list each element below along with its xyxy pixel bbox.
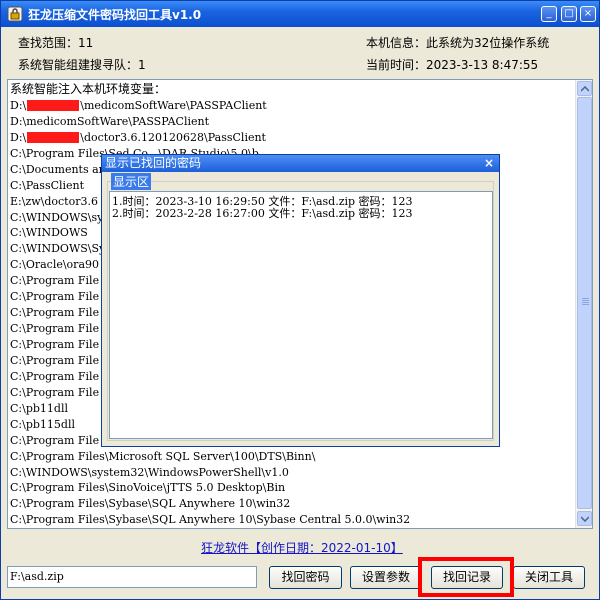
log-line-text: C:\Documents an: [10, 162, 106, 176]
log-line-text: C:\Program File: [10, 290, 100, 304]
settings-button[interactable]: 设置参数: [350, 566, 422, 589]
log-line: C:\WINDOWS\system32\WindowsPowerShell\v1…: [10, 465, 576, 481]
key-lock-icon: [7, 6, 23, 22]
log-header: 系统智能注入本机环境变量：: [10, 82, 167, 96]
log-line-text: D:\: [10, 98, 27, 112]
log-line-text: C:\pb11dll: [10, 401, 68, 415]
scrollbar-thumb[interactable]: [577, 97, 592, 509]
log-line-text: C:\Program Files\Sybase\SQL Anywhere 10\…: [10, 497, 291, 511]
smart-queue-label: 系统智能组建搜寻队：1: [18, 58, 146, 72]
log-line-text: C:\Program File: [10, 433, 100, 447]
annotation-highlight: [418, 557, 514, 597]
log-line: D:\ \doctor3.6.120120628\PassClient: [10, 130, 576, 146]
log-line-text: C:\WINDOWS: [10, 226, 88, 240]
main-window: 狂龙压缩文件密码找回工具v1.0 _ □ × 查找范围：11 系统智能组建搜寻队…: [0, 0, 600, 600]
close-tool-button[interactable]: 关闭工具: [513, 566, 585, 589]
log-line-text: D:\medicomSoftWare\PASSPAClient: [10, 114, 209, 128]
maximize-button[interactable]: □: [561, 6, 577, 22]
log-line-text: C:\Program File: [10, 369, 100, 383]
log-line: D:\medicomSoftWare\PASSPAClient: [10, 114, 576, 130]
log-line-text: C:\Program File: [10, 274, 100, 288]
log-line-text: C:\WINDOWS\system32\WindowsPowerShell\v1…: [10, 465, 289, 479]
log-line-text: C:\Program File: [10, 385, 100, 399]
arrow-up-icon[interactable]: [577, 81, 592, 96]
log-line-text: C:\Program Files\Microsoft SQL Server\10…: [10, 449, 316, 463]
minimize-button[interactable]: _: [541, 6, 557, 22]
log-line-text: C:\Program File: [10, 306, 100, 320]
recovered-entry: 2.时间：2023-2-28 16:27:00 文件：F:\asd.zip 密码…: [112, 207, 413, 220]
current-time-label: 当前时间：2023-3-13 8:47:55: [366, 58, 539, 72]
author-link[interactable]: 狂龙软件【创作日期：2022-01-10】: [201, 539, 403, 556]
title-bar[interactable]: 狂龙压缩文件密码找回工具v1.0 _ □ ×: [1, 1, 599, 27]
log-line: C:\Program Files\Microsoft SQL Server\10…: [10, 449, 576, 465]
log-line-text: C:\PassClient: [10, 178, 85, 192]
dialog-close-button[interactable]: ×: [482, 156, 496, 170]
log-line-text: \medicomSoftWare\PASSPAClient: [80, 98, 267, 112]
search-range-label: 查找范围：11: [18, 36, 94, 50]
log-line: C:\Program Files\Sybase\SQL Anywhere 10\…: [10, 512, 576, 528]
machine-info-label: 本机信息：此系统为32位操作系统: [366, 36, 550, 50]
log-line-text: C:\Program File: [10, 353, 100, 367]
file-path-field[interactable]: F:\asd.zip: [7, 566, 257, 588]
log-line-text: C:\Program File: [10, 322, 100, 336]
log-line-text: E:\zw\doctor3.6: [10, 194, 98, 208]
log-line-text: D:\: [10, 130, 27, 144]
vertical-scrollbar[interactable]: [575, 80, 592, 528]
log-line: D:\ \medicomSoftWare\PASSPAClient: [10, 98, 576, 114]
log-line-text: \doctor3.6.120120628\PassClient: [80, 130, 266, 144]
log-line-text: C:\WINDOWS\Syst: [10, 242, 116, 256]
recovered-passwords-dialog: 显示已找回的密码 × 显示区 1.时间：2023-3-10 16:29:50 文…: [101, 154, 500, 447]
log-line-text: C:\Program Files\SinoVoice\jTTS 5.0 Desk…: [10, 481, 286, 495]
log-line-text: C:\pb115dll: [10, 417, 75, 431]
recover-password-button[interactable]: 找回密码: [269, 566, 342, 589]
dialog-title-bar[interactable]: 显示已找回的密码 ×: [102, 155, 499, 172]
arrow-down-icon[interactable]: [577, 511, 592, 526]
log-line-text: C:\WINDOWS\syst: [10, 210, 114, 224]
log-line-text: C:\Program Files\Sybase\SQL Anywhere 10\…: [10, 513, 411, 527]
recovered-list[interactable]: 1.时间：2023-3-10 16:29:50 文件：F:\asd.zip 密码…: [109, 191, 493, 439]
display-group-label: 显示区: [111, 173, 152, 190]
log-line: C:\Program Files\Sybase\SQL Anywhere 10\…: [10, 496, 576, 512]
log-line-text: C:\Oracle\ora90: [10, 258, 99, 272]
close-button[interactable]: ×: [580, 6, 596, 22]
redaction-mark: [27, 132, 80, 144]
redaction-mark: [27, 100, 80, 112]
log-line: C:\Program Files\SinoVoice\jTTS 5.0 Desk…: [10, 480, 576, 496]
dialog-title: 显示已找回的密码: [105, 156, 202, 170]
window-title: 狂龙压缩文件密码找回工具v1.0: [28, 8, 202, 22]
log-line-text: C:\Program File: [10, 338, 100, 351]
